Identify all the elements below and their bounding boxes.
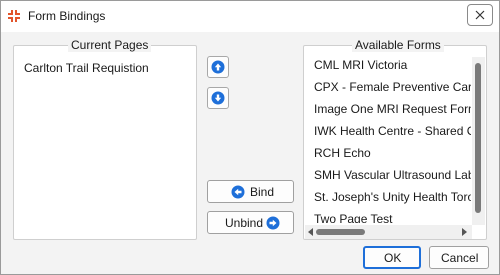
horizontal-scroll-thumb[interactable]: [316, 229, 365, 235]
arrow-down-icon: [211, 91, 225, 105]
current-pages-group: Current Pages Carlton Trail Requistion: [13, 38, 197, 240]
vertical-scroll-thumb[interactable]: [475, 63, 481, 213]
move-down-button[interactable]: [207, 87, 229, 109]
ok-button[interactable]: OK: [363, 246, 421, 269]
unbind-button[interactable]: Unbind: [207, 211, 294, 234]
scroll-right-arrow-icon[interactable]: [462, 228, 467, 236]
close-icon: [475, 10, 485, 20]
arrow-left-icon: [231, 185, 245, 199]
available-forms-horizontal-scrollbar[interactable]: [305, 225, 472, 239]
unbind-label: Unbind: [225, 216, 264, 230]
available-form-item[interactable]: Image One MRI Request Form: [314, 102, 471, 116]
title-bar: Form Bindings: [1, 1, 499, 31]
arrow-right-icon: [266, 216, 280, 230]
available-form-item[interactable]: CPX - Female Preventive Care Checklist: [314, 80, 471, 94]
cancel-button[interactable]: Cancel: [429, 246, 489, 269]
window-title: Form Bindings: [28, 9, 106, 23]
ok-label: OK: [384, 251, 402, 265]
arrow-up-icon: [211, 60, 225, 74]
app-icon: [8, 10, 20, 22]
cancel-label: Cancel: [441, 251, 479, 265]
available-forms-title: Available Forms: [352, 38, 444, 52]
current-page-item[interactable]: Carlton Trail Requistion: [24, 61, 149, 75]
available-form-item[interactable]: IWK Health Centre - Shared Care: [314, 124, 471, 138]
available-form-item[interactable]: SMH Vascular Ultrasound Laboratory: [314, 168, 471, 182]
available-forms-list: CML MRI Victoria CPX - Female Preventive…: [304, 53, 471, 223]
available-form-item[interactable]: RCH Echo: [314, 146, 371, 160]
available-form-item[interactable]: Two Page Test: [314, 212, 393, 223]
bind-label: Bind: [250, 185, 275, 199]
close-button[interactable]: [467, 4, 493, 26]
available-form-item[interactable]: CML MRI Victoria: [314, 58, 407, 72]
form-bindings-dialog: Form Bindings Current Pages Carlton Trai…: [0, 0, 500, 275]
move-up-button[interactable]: [207, 56, 229, 78]
bind-button[interactable]: Bind: [207, 180, 294, 203]
current-pages-title: Current Pages: [68, 38, 152, 52]
available-forms-vertical-scrollbar[interactable]: [472, 57, 485, 225]
scroll-left-arrow-icon[interactable]: [308, 228, 313, 236]
available-form-item[interactable]: St. Joseph's Unity Health Toronto: [314, 190, 471, 204]
